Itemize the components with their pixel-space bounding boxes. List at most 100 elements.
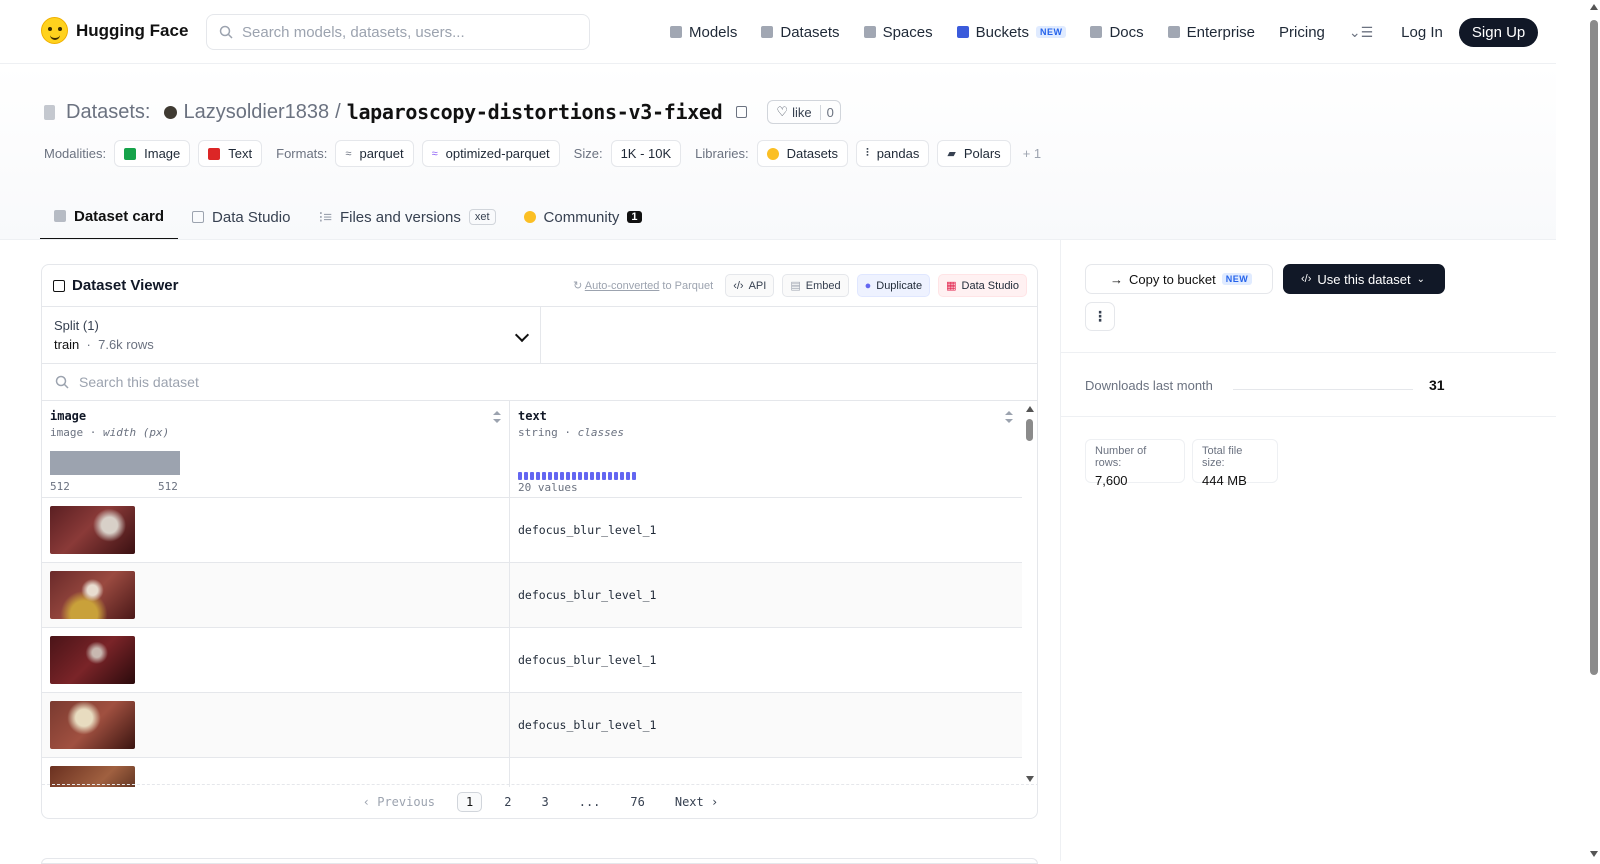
copy-to-bucket-button[interactable]: → Copy to bucket NEW — [1085, 264, 1273, 294]
global-search[interactable] — [206, 14, 590, 50]
tag-text[interactable]: Text — [198, 140, 263, 167]
building-icon — [1167, 26, 1180, 38]
page-2-button[interactable]: 2 — [496, 793, 519, 811]
split-selector[interactable]: Split (1) train · 7.6k rows — [42, 307, 541, 363]
nav-models[interactable]: Models — [670, 24, 737, 41]
tab-files[interactable]: ⁝≡ Files and versions xet — [304, 194, 509, 240]
scroll-down-icon[interactable] — [1590, 851, 1598, 857]
width-histogram-bar[interactable] — [50, 451, 180, 475]
page-3-button[interactable]: 3 — [533, 793, 556, 811]
brand-logo[interactable]: Hugging Face — [41, 17, 188, 44]
copy-icon[interactable] — [736, 106, 748, 118]
tag-polars[interactable]: ▰ Polars — [937, 140, 1011, 167]
tab-community[interactable]: Community 1 — [510, 194, 656, 240]
scroll-up-icon[interactable] — [1590, 4, 1598, 10]
more-tags[interactable]: + 1 — [1023, 146, 1041, 161]
class-segment[interactable] — [524, 472, 528, 480]
more-options-button[interactable]: ⋮ — [1085, 302, 1115, 331]
image-icon — [124, 147, 137, 160]
class-segment[interactable] — [596, 472, 600, 480]
tag-parquet[interactable]: ≈ parquet — [335, 140, 414, 167]
class-segment[interactable] — [560, 472, 564, 480]
column-header-text[interactable]: text string · classes 20 values — [510, 401, 1021, 497]
data-studio-button[interactable]: ▦ Data Studio — [938, 274, 1027, 297]
previous-page-button[interactable]: ‹ Previous — [355, 793, 443, 811]
like-button[interactable]: ♡ like 0 — [767, 100, 841, 124]
class-segment[interactable] — [554, 472, 558, 480]
tag-datasets[interactable]: Datasets — [756, 140, 848, 167]
next-page-button[interactable]: Next › — [667, 793, 726, 811]
class-distribution-bar[interactable] — [518, 472, 636, 480]
class-segment[interactable] — [590, 472, 594, 480]
tag-pandas[interactable]: ⫶ pandas — [855, 140, 930, 167]
table-row[interactable]: defocus_blur_level_1 — [42, 563, 1037, 628]
class-segment[interactable] — [626, 472, 630, 480]
nav-enterprise[interactable]: Enterprise — [1167, 24, 1255, 41]
page-76-button[interactable]: 76 — [622, 793, 652, 811]
class-segment[interactable] — [632, 472, 636, 480]
auto-converted-link[interactable]: Auto-converted — [585, 280, 660, 292]
global-search-input[interactable] — [242, 23, 562, 41]
nav-pricing[interactable]: Pricing — [1279, 24, 1325, 41]
thumbnail-image[interactable] — [50, 636, 135, 684]
sort-icon[interactable] — [493, 411, 501, 423]
nav-datasets[interactable]: Datasets — [761, 24, 840, 41]
downloads-value: 31 — [1429, 377, 1445, 393]
search-icon — [55, 375, 69, 389]
scroll-up-icon[interactable] — [1026, 406, 1034, 412]
tag-size[interactable]: 1K - 10K — [610, 140, 682, 167]
class-segment[interactable] — [530, 472, 534, 480]
page-1-button[interactable]: 1 — [457, 791, 483, 812]
column-type: image · width (px) — [50, 426, 170, 439]
page-scrollbar[interactable] — [1588, 0, 1600, 861]
tab-data-studio[interactable]: Data Studio — [178, 194, 304, 240]
embed-button[interactable]: ▤ Embed — [782, 274, 849, 297]
page-scroll-thumb[interactable] — [1590, 20, 1598, 675]
table-row[interactable] — [42, 758, 1037, 787]
login-link[interactable]: Log In — [1401, 24, 1443, 41]
duplicate-button[interactable]: ● Duplicate — [856, 274, 931, 297]
class-segment[interactable] — [614, 472, 618, 480]
use-this-dataset-button[interactable]: ‹/› Use this dataset ⌄ — [1283, 264, 1445, 294]
column-header-image[interactable]: image image · width (px) 512 512 — [42, 401, 510, 497]
nav-docs[interactable]: Docs — [1090, 24, 1144, 41]
repo-name[interactable]: laparoscopy-distortions-v3-fixed — [347, 100, 723, 124]
class-segment[interactable] — [620, 472, 624, 480]
class-segment[interactable] — [572, 472, 576, 480]
class-segment[interactable] — [542, 472, 546, 480]
dataset-search[interactable] — [42, 364, 1037, 401]
table-header: image image · width (px) 512 512 text st… — [42, 401, 1037, 498]
class-segment[interactable] — [518, 472, 522, 480]
table-scrollbar[interactable] — [1022, 401, 1037, 787]
tab-dataset-card[interactable]: Dataset card — [40, 194, 179, 240]
dataset-search-input[interactable] — [79, 374, 479, 390]
tag-optimized-parquet[interactable]: ≈ optimized-parquet — [421, 140, 560, 167]
thumbnail-image[interactable] — [50, 506, 135, 554]
class-segment[interactable] — [548, 472, 552, 480]
nav-models-label: Models — [689, 23, 738, 41]
class-segment[interactable] — [602, 472, 606, 480]
nav-spaces[interactable]: Spaces — [863, 24, 933, 41]
more-menu-icon[interactable]: ⌄☰ — [1349, 24, 1373, 41]
nav-buckets[interactable]: Buckets NEW — [956, 24, 1067, 41]
image-cell — [42, 498, 510, 562]
signup-button[interactable]: Sign Up — [1458, 17, 1539, 47]
tag-image[interactable]: Image — [114, 140, 191, 167]
section-label[interactable]: Datasets: — [66, 101, 150, 124]
thumbnail-image[interactable] — [50, 571, 135, 619]
table-row[interactable]: defocus_blur_level_1 — [42, 498, 1037, 563]
table-row[interactable]: defocus_blur_level_1 — [42, 628, 1037, 693]
owner-link[interactable]: Lazysoldier1838 — [183, 101, 329, 124]
viewer-title: Dataset Viewer — [53, 277, 178, 294]
class-segment[interactable] — [566, 472, 570, 480]
table-row[interactable]: defocus_blur_level_1 — [42, 693, 1037, 758]
class-segment[interactable] — [578, 472, 582, 480]
scroll-thumb[interactable] — [1026, 419, 1033, 441]
scroll-down-icon[interactable] — [1026, 776, 1034, 782]
class-segment[interactable] — [536, 472, 540, 480]
api-button[interactable]: ‹/› API — [725, 274, 775, 297]
thumbnail-image[interactable] — [50, 701, 135, 749]
class-segment[interactable] — [584, 472, 588, 480]
sort-icon[interactable] — [1005, 411, 1013, 423]
class-segment[interactable] — [608, 472, 612, 480]
